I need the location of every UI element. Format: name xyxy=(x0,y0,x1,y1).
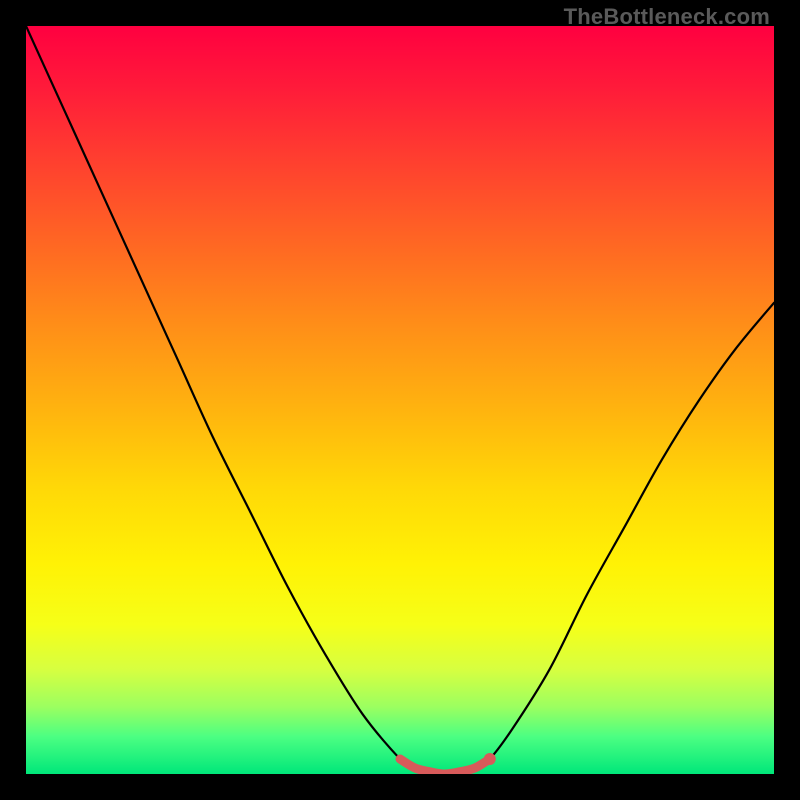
chart-frame: TheBottleneck.com xyxy=(0,0,800,800)
marker-end-dot xyxy=(484,753,496,765)
curve-svg xyxy=(26,26,774,774)
optimal-range-marker xyxy=(400,759,490,774)
plot-area xyxy=(26,26,774,774)
bottleneck-curve xyxy=(26,26,774,774)
